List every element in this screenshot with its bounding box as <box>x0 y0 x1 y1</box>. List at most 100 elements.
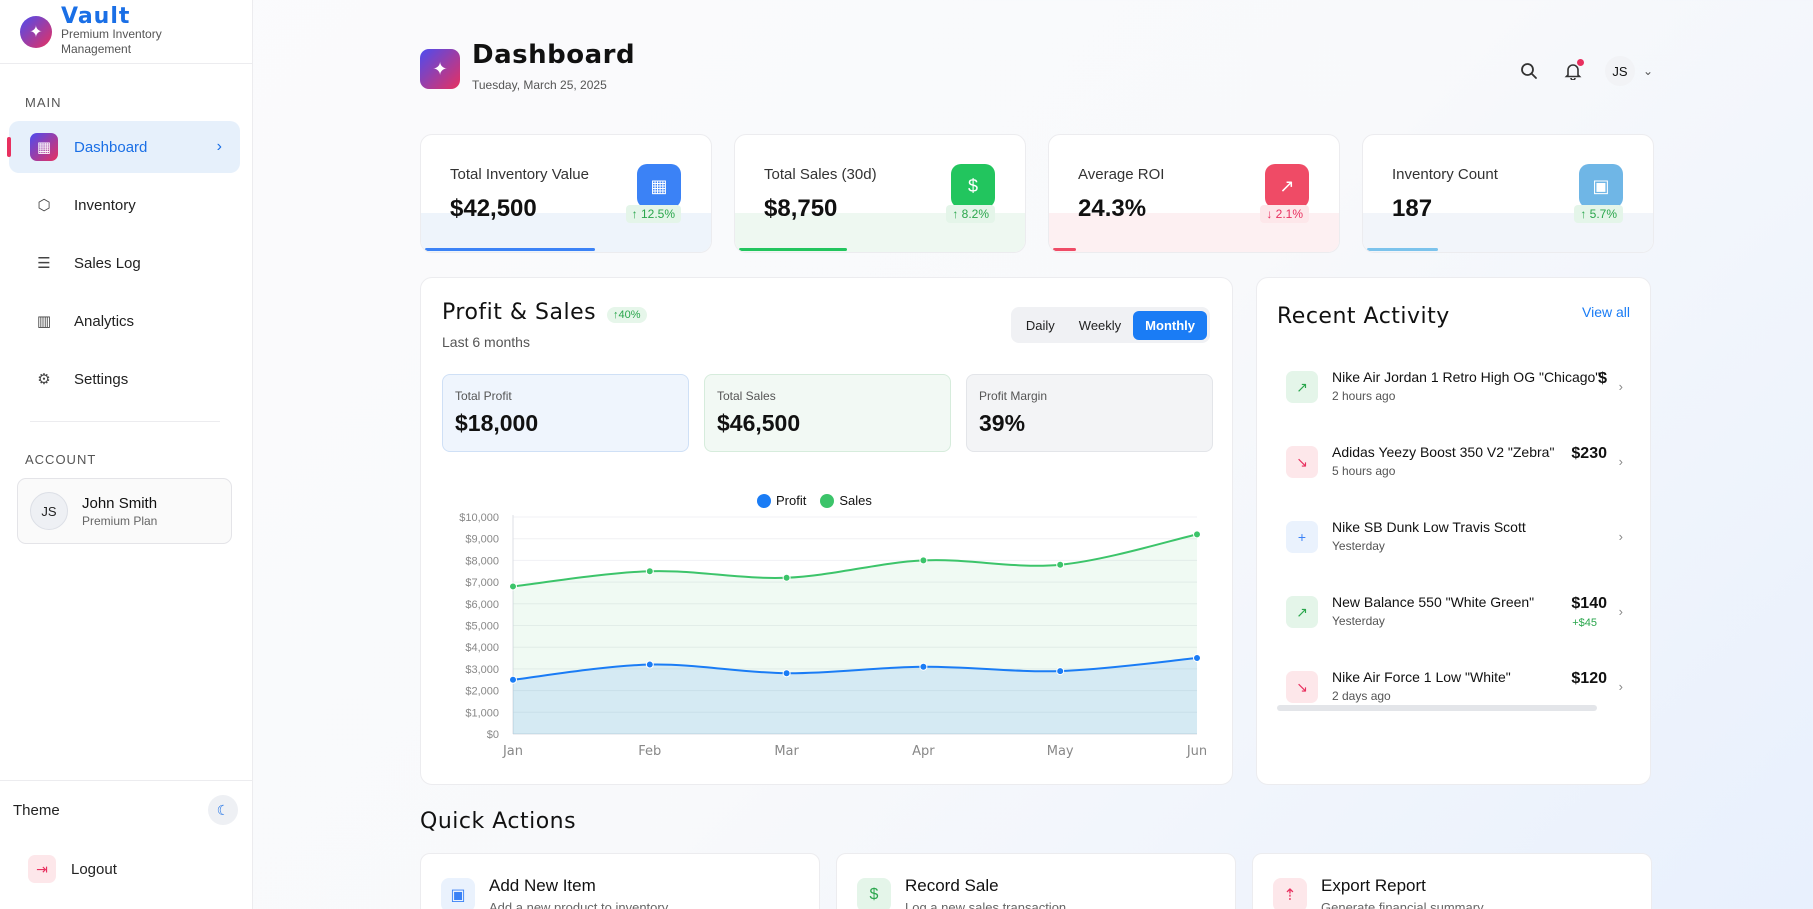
account-card[interactable]: JS John Smith Premium Plan <box>17 478 232 544</box>
theme-label: Theme <box>13 801 60 819</box>
user-menu-avatar[interactable]: JS <box>1604 56 1635 86</box>
x-tick-label: Jan <box>502 744 523 759</box>
horizontal-scrollbar[interactable] <box>1277 705 1597 711</box>
data-point-sales <box>1056 560 1065 569</box>
sidebar-item-analytics[interactable]: ▥ Analytics <box>9 295 240 347</box>
sidebar-item-label: Dashboard <box>74 138 148 156</box>
brand-tagline: Premium Inventory Management <box>61 26 162 56</box>
avatar: JS <box>30 492 68 530</box>
active-indicator <box>7 137 11 157</box>
activity-time: 2 hours ago <box>1332 389 1396 403</box>
activity-price: $140 <box>1571 595 1607 612</box>
activity-time: Yesterday <box>1332 539 1385 553</box>
dollar-icon: $ <box>857 878 891 909</box>
sparkle-icon: ✦ <box>420 49 460 89</box>
stat-progress-bar <box>739 248 847 251</box>
sidebar-item-sales-log[interactable]: ☰ Sales Log <box>9 237 240 289</box>
data-point-sales <box>645 567 654 576</box>
profit-sales-chart: $0 $1,000 $2,000 $3,000 $4,000 $5,000 $6,000 $7… <box>459 512 1207 759</box>
y-tick-label: $6,000 <box>465 599 499 611</box>
stat-progress-bar <box>425 248 596 251</box>
main-section-label: MAIN <box>25 95 62 110</box>
list-check-icon: ☰ <box>37 255 51 272</box>
sidebar-item-inventory[interactable]: ⬡ Inventory <box>9 179 240 231</box>
stat-progress-bar <box>1367 248 1438 251</box>
profit-sales-panel: Profit & Sales ↑40% Last 6 months Daily … <box>420 277 1233 785</box>
recent-activity-panel: Recent Activity View all ↗ Nike Air Jorda… <box>1256 277 1651 785</box>
stat-label: Inventory Count <box>1392 166 1498 183</box>
activity-price: $230 <box>1571 445 1607 462</box>
page-title: Dashboard <box>472 40 636 70</box>
activity-item[interactable]: ↗ New Balance 550 "White Green" Yesterday $… <box>1257 586 1637 646</box>
dollar-icon: $ <box>951 164 995 208</box>
x-tick-label: Jun <box>1186 744 1207 759</box>
stat-value: $42,500 <box>450 195 537 222</box>
data-point-sales <box>1193 530 1201 539</box>
search-icon[interactable] <box>1517 59 1541 83</box>
activity-price: $ <box>1598 370 1607 387</box>
bar-chart-icon: ▥ <box>36 313 52 330</box>
stat-value: 24.3% <box>1078 195 1147 222</box>
stat-card[interactable]: Average ROI 24.3% ↗ ↓ 2.1% <box>1048 134 1340 253</box>
divider <box>0 780 253 781</box>
activity-time: 5 hours ago <box>1332 464 1396 478</box>
stat-label: Total Inventory Value <box>450 166 589 183</box>
y-tick-label: $4,000 <box>465 642 499 654</box>
grid-icon: ▦ <box>30 133 58 161</box>
activity-item[interactable]: + Nike SB Dunk Low Travis Scott Yesterday › <box>1257 511 1637 571</box>
data-point-profit <box>1193 654 1201 663</box>
chevron-right-icon: › <box>1618 379 1623 394</box>
data-point-profit <box>782 669 791 678</box>
stat-label: Total Sales (30d) <box>764 166 877 183</box>
y-tick-label: $1,000 <box>465 707 499 719</box>
quick-action-record-sale[interactable]: $ Record Sale Log a new sales transaction <box>836 853 1236 909</box>
y-tick-label: $3,000 <box>465 664 499 676</box>
view-all-link[interactable]: View all <box>1582 304 1630 320</box>
quick-action-label: Record Sale <box>905 876 999 895</box>
page-date: Tuesday, March 25, 2025 <box>472 78 607 92</box>
theme-row: Theme ☾ <box>13 795 238 825</box>
stat-value: $8,750 <box>764 195 838 222</box>
logout-button[interactable]: ⇥ Logout <box>28 855 117 883</box>
activity-name: Nike Air Force 1 Low "White" <box>1332 669 1511 685</box>
quick-action-export-report[interactable]: ⇡ Export Report Generate financial summary <box>1252 853 1652 909</box>
shopping-bag-icon: ▣ <box>441 878 475 909</box>
stat-card[interactable]: Total Inventory Value $42,500 ▦ ↑ 12.5% <box>420 134 712 253</box>
activity-profit: +$45 <box>1572 617 1597 629</box>
activity-item[interactable]: ↘ Nike Air Force 1 Low "White" 2 days ago $… <box>1257 661 1637 721</box>
y-tick-label: $8,000 <box>465 555 499 567</box>
data-point-profit <box>509 675 517 684</box>
chevron-down-icon[interactable]: ⌄ <box>1643 64 1653 78</box>
data-point-profit <box>919 662 928 671</box>
chevron-right-icon: › <box>1618 679 1623 694</box>
stat-change-badge: ↑ 12.5% <box>625 205 681 223</box>
y-tick-label: $2,000 <box>465 686 499 698</box>
chevron-right-icon: › <box>1618 454 1623 469</box>
sidebar-item-label: Settings <box>74 370 129 388</box>
trend-up-icon: ↗ <box>1265 164 1309 208</box>
activity-name: Nike Air Jordan 1 Retro High OG "Chicago… <box>1332 369 1601 385</box>
divider <box>30 421 220 422</box>
sidebar-item-dashboard[interactable]: ▦ Dashboard › <box>7 121 240 173</box>
quick-action-desc: Log a new sales transaction <box>905 900 1067 909</box>
data-point-sales <box>509 582 517 591</box>
stat-card[interactable]: Inventory Count 187 ▣ ↑ 5.7% <box>1362 134 1654 253</box>
stat-card[interactable]: Total Sales (30d) $8,750 $ ↑ 8.2% <box>734 134 1026 253</box>
quick-action-add-new-item[interactable]: ▣ Add New Item Add a new product to invent… <box>420 853 820 909</box>
bell-icon[interactable] <box>1561 59 1585 83</box>
activity-title: Recent Activity <box>1277 304 1450 329</box>
x-tick-label: May <box>1047 744 1074 759</box>
activity-item[interactable]: ↗ Nike Air Jordan 1 Retro High OG "Chicag… <box>1257 361 1637 421</box>
sidebar-item-settings[interactable]: ⚙ Settings <box>9 353 240 405</box>
data-point-sales <box>782 573 791 582</box>
moon-icon[interactable]: ☾ <box>208 795 238 825</box>
activity-item[interactable]: ↘ Adidas Yeezy Boost 350 V2 "Zebra" 5 hour… <box>1257 436 1637 496</box>
arrow-up-right-icon: ↗ <box>1286 371 1318 403</box>
logout-label: Logout <box>71 860 117 878</box>
data-point-profit <box>1056 667 1065 676</box>
logout-icon: ⇥ <box>28 855 56 883</box>
arrow-down-right-icon: ↘ <box>1286 671 1318 703</box>
sidebar-item-label: Analytics <box>74 312 135 330</box>
account-plan: Premium Plan <box>82 513 158 528</box>
activity-name: New Balance 550 "White Green" <box>1332 594 1535 610</box>
